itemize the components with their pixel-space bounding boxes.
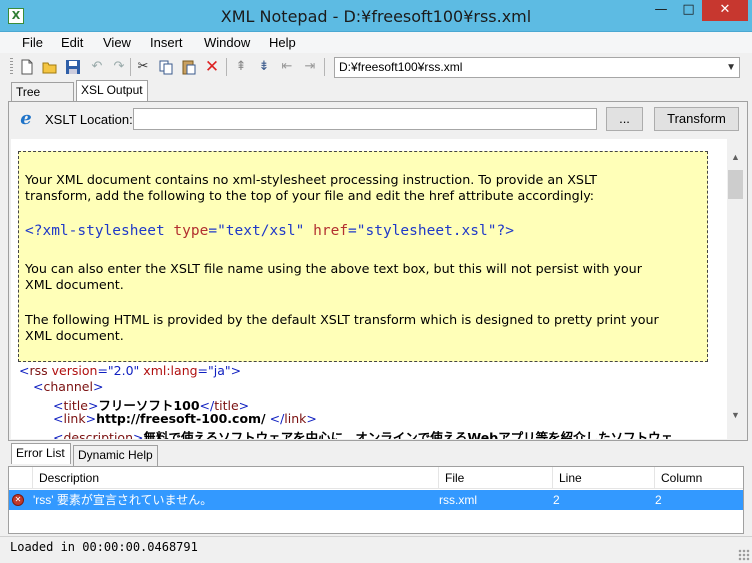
xslt-location-label: XSLT Location: bbox=[45, 112, 133, 127]
menu-view[interactable]: View bbox=[103, 35, 131, 50]
xml-rss-line: <rss version="2.0" xml:lang="ja"> bbox=[19, 363, 242, 378]
error-description: 'rss' 要素が宣言されていません。 bbox=[33, 493, 213, 507]
error-file: rss.xml bbox=[439, 493, 477, 507]
xsl-output-view[interactable]: Your XML document contains no xml-styles… bbox=[11, 139, 727, 439]
window-title: XML Notepad - D:¥freesoft100¥rss.xml bbox=[220, 7, 532, 26]
toolbar-separator bbox=[226, 58, 227, 76]
menu-bar: File Edit View Insert Window Help bbox=[0, 32, 752, 53]
scroll-down-icon[interactable]: ▼ bbox=[727, 407, 744, 424]
pi-open: <?xml-stylesheet bbox=[25, 223, 165, 239]
copy-icon[interactable] bbox=[158, 59, 174, 75]
column-header-line[interactable]: Line bbox=[553, 467, 655, 489]
pi-equals: = bbox=[208, 223, 218, 239]
error-line: 2 bbox=[553, 493, 560, 507]
menu-help[interactable]: Help bbox=[269, 35, 296, 50]
vertical-scrollbar[interactable]: ▲ ▼ bbox=[727, 139, 744, 439]
close-button[interactable]: ✕ bbox=[702, 0, 748, 21]
transform-button[interactable]: Transform bbox=[654, 107, 739, 131]
menu-insert[interactable]: Insert bbox=[150, 35, 183, 50]
notice-text: XML document. bbox=[25, 277, 124, 292]
nudge-left-icon[interactable]: ⇤ bbox=[279, 59, 295, 75]
xslt-location-input[interactable] bbox=[133, 108, 597, 130]
column-header-file[interactable]: File bbox=[439, 467, 553, 489]
file-path-value: D:¥freesoft100¥rss.xml bbox=[339, 60, 463, 74]
notice-text: XML document. bbox=[25, 328, 124, 343]
toolbar-separator bbox=[324, 58, 325, 76]
tab-xsl-output[interactable]: XSL Output bbox=[76, 80, 148, 102]
notice-text: Your XML document contains no xml-styles… bbox=[25, 172, 598, 187]
paste-icon[interactable] bbox=[181, 59, 197, 75]
stylesheet-notice: Your XML document contains no xml-styles… bbox=[18, 151, 708, 362]
toolbar-separator bbox=[130, 58, 131, 76]
status-text: Loaded in 00:00:00.0468791 bbox=[10, 540, 198, 554]
minimize-button[interactable]: — bbox=[647, 0, 675, 21]
error-icon: ✕ bbox=[12, 494, 24, 506]
menu-file[interactable]: File bbox=[22, 35, 43, 50]
resize-grip-icon[interactable] bbox=[738, 549, 750, 561]
column-header-column[interactable]: Column bbox=[655, 467, 743, 489]
nudge-right-icon[interactable]: ⇥ bbox=[302, 59, 318, 75]
stylesheet-instruction: <?xml-stylesheet type="text/xsl" href="s… bbox=[25, 223, 514, 239]
open-folder-icon[interactable] bbox=[42, 59, 58, 75]
chevron-down-icon[interactable]: ▼ bbox=[726, 58, 736, 77]
error-list: Description File Line Column ✕ 'rss' 要素が… bbox=[8, 466, 744, 534]
scrollbar-thumb[interactable] bbox=[728, 170, 743, 199]
column-header-description[interactable]: Description bbox=[33, 467, 439, 489]
notice-text: The following HTML is provided by the de… bbox=[25, 312, 659, 327]
new-file-icon[interactable] bbox=[19, 59, 35, 75]
pi-attr-href: href bbox=[313, 223, 349, 239]
browse-button[interactable]: ... bbox=[606, 107, 643, 131]
status-bar: Loaded in 00:00:00.0468791 bbox=[0, 536, 752, 563]
menu-edit[interactable]: Edit bbox=[61, 35, 83, 50]
error-list-row[interactable]: ✕ 'rss' 要素が宣言されていません。 rss.xml 2 2 bbox=[9, 490, 743, 510]
xml-channel-line: <channel> bbox=[33, 379, 104, 394]
tab-dynamic-help[interactable]: Dynamic Help bbox=[73, 445, 158, 466]
pi-val-href: "stylesheet.xsl" bbox=[356, 223, 497, 239]
menu-window[interactable]: Window bbox=[204, 35, 250, 50]
column-header-icon[interactable] bbox=[9, 467, 33, 489]
toolbar-grip[interactable] bbox=[10, 58, 13, 76]
notice-text: You can also enter the XSLT file name us… bbox=[25, 261, 642, 276]
nudge-up-icon[interactable]: ⇞ bbox=[233, 59, 249, 75]
nudge-down-icon[interactable]: ⇟ bbox=[256, 59, 272, 75]
undo-icon[interactable]: ↶ bbox=[89, 59, 105, 75]
error-column: 2 bbox=[655, 493, 662, 507]
scroll-up-icon[interactable]: ▲ bbox=[727, 149, 744, 166]
pi-attr-type: type bbox=[173, 223, 209, 239]
maximize-button[interactable]: □ bbox=[675, 0, 702, 21]
internet-explorer-icon: e bbox=[20, 108, 32, 129]
save-icon[interactable] bbox=[65, 59, 81, 75]
error-list-header: Description File Line Column bbox=[9, 467, 743, 489]
file-path-combo[interactable]: D:¥freesoft100¥rss.xml ▼ bbox=[334, 57, 740, 78]
tab-error-list[interactable]: Error List bbox=[11, 443, 71, 464]
xml-description-line: <description>無料で使えるソフトウェアを中心に、オンラインで使えるW… bbox=[53, 430, 674, 439]
redo-icon[interactable]: ↷ bbox=[111, 59, 127, 75]
pi-close: ?> bbox=[496, 223, 514, 239]
delete-icon[interactable]: ✕ bbox=[204, 59, 220, 76]
tab-tree-view[interactable]: Tree View bbox=[11, 82, 74, 117]
title-bar: X XML Notepad - D:¥freesoft100¥rss.xml —… bbox=[0, 0, 752, 32]
cut-icon[interactable]: ✂ bbox=[135, 59, 151, 75]
pi-val-type: "text/xsl" bbox=[217, 223, 305, 239]
notice-text: transform, add the following to the top … bbox=[25, 188, 595, 203]
pi-equals: = bbox=[348, 223, 357, 239]
xml-link-line: <link>http://freesoft-100.com/ </link> bbox=[53, 411, 317, 426]
